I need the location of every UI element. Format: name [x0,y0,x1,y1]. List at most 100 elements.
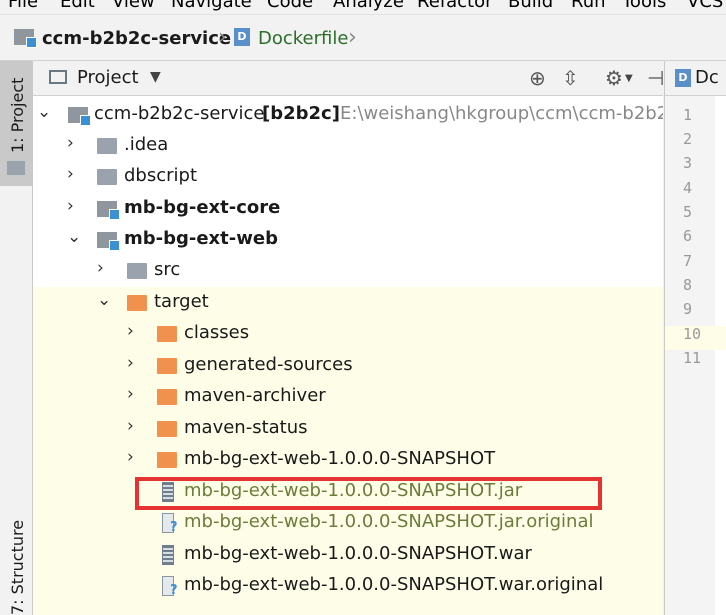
tree-row-classes[interactable]: › classes [33,319,663,350]
menu-build[interactable]: Build [508,0,553,12]
menu-code[interactable]: Code [267,0,313,12]
locate-icon[interactable]: ⊕ [529,66,546,90]
tree-item-label: mb-bg-ext-core [124,197,281,218]
editor-tab[interactable]: D Dc [665,61,726,96]
breadcrumb-project[interactable]: ccm-b2b2c-service [42,28,231,49]
tree-row-generated-sources[interactable]: › generated-sources [33,351,663,382]
tree-item-label: maven-archiver [184,385,326,406]
project-tree[interactable]: ⌄ ccm-b2b2c-service [b2b2c] E:\weishang\… [33,96,663,615]
tree-row-maven-archiver[interactable]: › maven-archiver [33,382,663,413]
root-module-tag: [b2b2c] [262,103,340,124]
menu-vcs[interactable]: VCS [687,0,723,12]
tree-row-maven-status[interactable]: › maven-status [33,414,663,445]
tree-row-ext-core[interactable]: › mb-bg-ext-core [33,194,663,225]
tree-row-idea[interactable]: › .idea [33,131,663,162]
line-number: 9 [683,300,693,318]
tree-item-label: .idea [124,134,169,155]
folder-icon [157,358,177,374]
menu-bar: File Edit View Navigate Code Analyze Ref… [0,0,726,15]
chevron-right-icon[interactable]: › [97,258,104,278]
folder-icon [127,295,147,311]
chevron-right-icon[interactable]: › [127,353,134,373]
tree-row-snapshot-war-original[interactable]: ? mb-bg-ext-web-1.0.0.0-SNAPSHOT.war.ori… [33,571,663,602]
menu-analyze[interactable]: Analyze [333,0,404,12]
project-view-icon [49,70,67,84]
menu-view[interactable]: View [112,0,155,12]
menu-edit[interactable]: Edit [60,0,95,12]
question-icon: ? [170,520,178,535]
tree-row-root[interactable]: ⌄ ccm-b2b2c-service [b2b2c] E:\weishang\… [33,100,663,131]
navigation-bar: ccm-b2b2c-service › D Dockerfile › [0,15,726,61]
line-number: 5 [683,203,693,221]
collapse-all-icon[interactable]: ⇳ [562,66,579,90]
dockerfile-icon: D [675,69,691,87]
panel-title[interactable]: Project [77,67,139,88]
chevron-down-icon[interactable]: ▼ [625,73,633,84]
expand-arrow-icon[interactable]: ⌄ [37,102,51,122]
tree-row-snapshot-war[interactable]: mb-bg-ext-web-1.0.0.0-SNAPSHOT.war [33,540,663,571]
line-number: 6 [683,227,693,245]
folder-icon [157,452,177,468]
breadcrumb-file[interactable]: Dockerfile [258,28,348,49]
expand-arrow-icon[interactable]: ⌄ [97,290,111,310]
line-number: 7 [683,252,693,270]
tree-item-label: src [154,259,181,280]
module-icon [97,232,120,251]
menu-file[interactable]: File [8,0,38,12]
editor-tab-label: Dc [695,67,719,88]
tool-window-strip: 1: Project 7: Structure [0,61,33,615]
folder-icon [97,169,117,185]
chevron-down-icon[interactable]: ▼ [150,69,161,85]
chevron-right-icon[interactable]: › [127,416,134,436]
line-number: 4 [683,179,693,197]
chevron-right-icon[interactable]: › [67,196,74,216]
menu-refactor[interactable]: Refactor [417,0,493,12]
project-tool-tab[interactable]: 1: Project [0,61,32,186]
tree-row-target[interactable]: ⌄ target [33,288,663,319]
tree-row-snapshot-jar-original[interactable]: ? mb-bg-ext-web-1.0.0.0-SNAPSHOT.jar.ori… [33,508,663,539]
highlight-box [135,477,602,510]
module-icon [14,29,37,48]
archive-icon [162,545,174,565]
question-icon: ? [170,583,178,598]
folder-icon [7,161,25,175]
hide-icon[interactable]: ⊣ [647,66,664,90]
tree-item-label: target [154,291,209,312]
folder-icon [157,326,177,342]
line-number-gutter: 1 2 3 4 5 6 7 8 9 10 11 [665,96,726,615]
tree-row-ext-web[interactable]: ⌄ mb-bg-ext-web [33,225,663,256]
chevron-right-icon[interactable]: › [127,321,134,341]
tree-row-src[interactable]: › src [33,256,663,287]
root-project-name: ccm-b2b2c-service [94,103,265,124]
menu-run[interactable]: Run [571,0,606,12]
chevron-right-icon[interactable]: › [127,447,134,467]
project-panel-header: Project ▼ ⊕ ⇳ ⚙ ▼ ⊣ [33,61,664,96]
module-icon [68,107,91,126]
tree-row-snapshot-folder[interactable]: › mb-bg-ext-web-1.0.0.0-SNAPSHOT [33,445,663,476]
expand-arrow-icon[interactable]: ⌄ [67,227,81,247]
menu-navigate[interactable]: Navigate [171,0,252,12]
chevron-right-icon: › [218,25,227,50]
tree-item-label: mb-bg-ext-web [124,228,278,249]
folder-icon [157,389,177,405]
line-number: 10 [683,325,702,343]
tree-item-label: mb-bg-ext-web-1.0.0.0-SNAPSHOT.war.origi… [184,574,604,595]
chevron-right-icon[interactable]: › [67,164,74,184]
tree-item-label: mb-bg-ext-web-1.0.0.0-SNAPSHOT [184,448,496,469]
line-number: 1 [683,106,693,124]
gear-icon[interactable]: ⚙ [605,66,623,90]
structure-tab-label[interactable]: 7: Structure [8,520,27,615]
chevron-right-icon[interactable]: › [67,133,74,153]
editor-area: D Dc 1 2 3 4 5 6 7 8 9 10 11 [664,61,726,615]
menu-tools[interactable]: Tools [622,0,666,12]
folder-icon [127,263,147,279]
tree-item-label: maven-status [184,417,308,438]
tree-item-label: dbscript [124,165,198,186]
tree-row-dbscript[interactable]: › dbscript [33,162,663,193]
tree-item-label: generated-sources [184,354,353,375]
line-number: 2 [683,130,693,148]
module-icon [97,201,120,220]
folder-icon [97,138,117,154]
chevron-right-icon[interactable]: › [127,384,134,404]
line-number: 11 [683,349,702,367]
